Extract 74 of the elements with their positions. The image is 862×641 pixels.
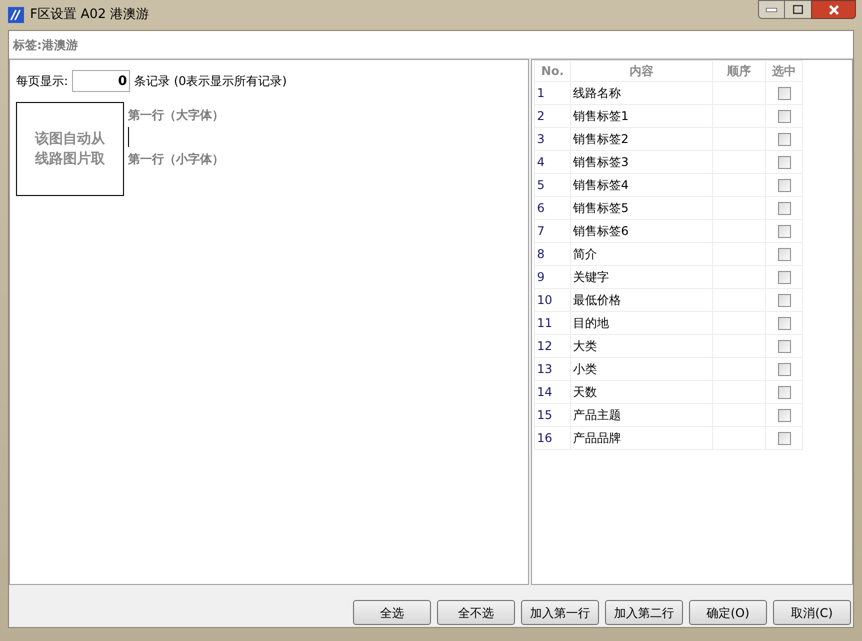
dialog-button[interactable]: 加入第二行	[605, 600, 683, 625]
column-header: 选中	[766, 60, 802, 82]
line-one-small: 第一行（小字体）	[128, 151, 224, 168]
content-cell: 销售标签6	[570, 220, 712, 242]
row-checkbox[interactable]	[778, 340, 790, 354]
dialog-button[interactable]: 确定(O)	[689, 600, 767, 625]
content-cell: 产品主题	[570, 404, 712, 426]
row-checkbox[interactable]	[778, 294, 790, 308]
content-cell: 最低价格	[570, 288, 712, 312]
column-header: 顺序	[712, 60, 766, 82]
close-icon	[828, 4, 840, 14]
dialog-button[interactable]: 加入第一行	[521, 600, 599, 625]
row-checkbox[interactable]	[778, 386, 790, 400]
content-cell: 关键字	[570, 266, 712, 288]
content-cell: 销售标签3	[570, 150, 712, 174]
content-cell: 小类	[570, 358, 712, 380]
per-page-label: 每页显示:	[16, 73, 68, 90]
line-one-large: 第一行（大字体）	[128, 107, 224, 124]
minimize-button[interactable]	[758, 0, 785, 19]
row-number: 1	[534, 82, 570, 104]
row-number: 5	[534, 174, 570, 196]
row-checkbox[interactable]	[778, 225, 790, 238]
content-cell: 销售标签1	[570, 104, 712, 128]
app-icon	[8, 7, 24, 23]
window-title: F区设置 A02 港澳游	[30, 6, 150, 24]
row-number: 6	[534, 196, 570, 220]
row-number: 14	[534, 380, 570, 404]
row-number: 10	[534, 288, 570, 312]
per-page-note: 条记录 (0表示显示所有记录)	[134, 73, 287, 90]
content-cell: 简介	[570, 242, 712, 266]
maximize-icon	[793, 5, 803, 14]
row-number: 15	[534, 404, 570, 426]
content-cell: 销售标签4	[570, 174, 712, 196]
row-checkbox[interactable]	[778, 202, 790, 216]
content-cell: 销售标签5	[570, 196, 712, 220]
minimize-icon	[766, 8, 777, 12]
row-checkbox[interactable]	[778, 179, 790, 192]
row-number: 7	[534, 220, 570, 242]
dialog-button[interactable]: 全选	[353, 600, 431, 625]
column-header: No.	[534, 60, 570, 82]
close-button[interactable]	[811, 0, 856, 19]
row-checkbox[interactable]	[778, 248, 790, 262]
row-checkbox[interactable]	[778, 87, 790, 100]
row-checkbox[interactable]	[778, 409, 790, 422]
text-cursor	[128, 127, 129, 147]
row-checkbox[interactable]	[778, 317, 790, 330]
row-number: 11	[534, 312, 570, 334]
dialog-button[interactable]: 取消(C)	[773, 600, 851, 625]
maximize-button[interactable]	[785, 0, 811, 19]
row-number: 9	[534, 266, 570, 288]
image-box-text: 该图自动从线路图片取	[34, 130, 106, 169]
per-page-field[interactable]: 0	[72, 70, 130, 92]
row-number: 12	[534, 334, 570, 358]
row-number: 8	[534, 242, 570, 266]
content-cell: 销售标签2	[570, 128, 712, 150]
content-cell: 天数	[570, 380, 712, 404]
row-checkbox[interactable]	[778, 156, 790, 170]
row-checkbox[interactable]	[778, 432, 790, 446]
row-checkbox[interactable]	[778, 133, 790, 146]
content-cell: 线路名称	[570, 82, 712, 104]
column-header: 内容	[570, 60, 712, 82]
content-cell: 产品品牌	[570, 426, 712, 450]
row-checkbox[interactable]	[778, 271, 790, 284]
row-number: 2	[534, 104, 570, 128]
content-cell: 目的地	[570, 312, 712, 334]
row-checkbox[interactable]	[778, 363, 790, 376]
row-number: 16	[534, 426, 570, 450]
row-number: 13	[534, 358, 570, 380]
label-text: 标签:港澳游	[13, 36, 78, 54]
row-checkbox[interactable]	[778, 110, 790, 124]
dialog-button[interactable]: 全不选	[437, 600, 515, 625]
row-number: 4	[534, 150, 570, 174]
content-cell: 大类	[570, 334, 712, 358]
row-number: 3	[534, 128, 570, 150]
